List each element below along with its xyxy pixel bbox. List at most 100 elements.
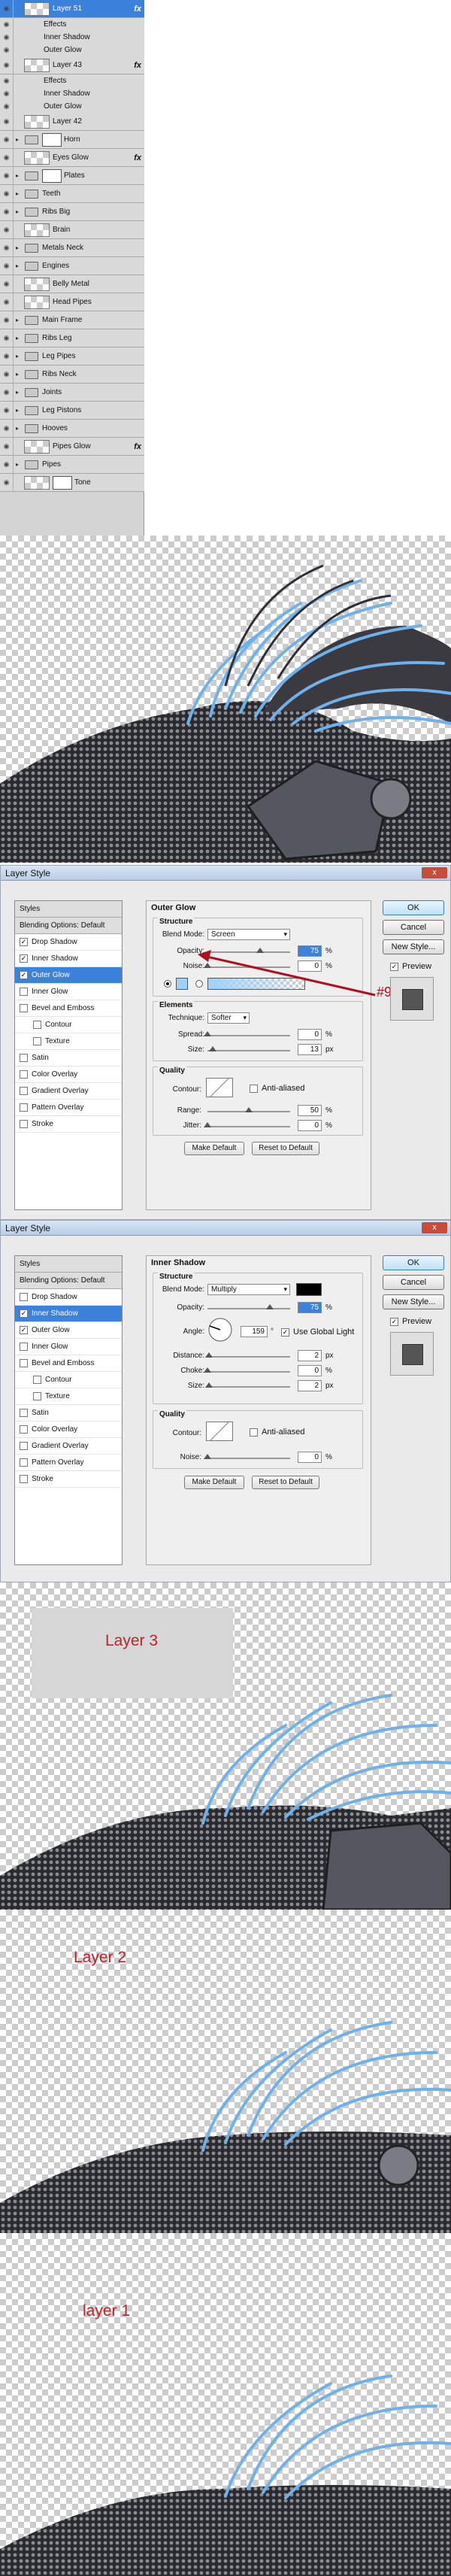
eye-icon[interactable]: ◉ — [0, 257, 14, 275]
style-checkbox[interactable] — [20, 1359, 28, 1367]
spread-input[interactable]: 0 — [298, 1029, 322, 1040]
layer-row[interactable]: ◉ Brain — [0, 221, 144, 239]
layer-row[interactable]: ◉ ▸ Metals Neck — [0, 239, 144, 257]
style-checkbox[interactable] — [20, 1425, 28, 1434]
layer-row[interactable]: ◉ Pipes Glow fx — [0, 438, 144, 456]
eye-icon[interactable]: ◉ — [0, 74, 14, 87]
layer-row[interactable]: ◉ Eyes Glow fx — [0, 149, 144, 167]
style-item[interactable]: Texture — [15, 1033, 122, 1050]
close-icon[interactable]: x — [422, 1222, 447, 1233]
angle-dial[interactable] — [207, 1317, 233, 1343]
reset-to-default-button[interactable]: Reset to Default — [252, 1142, 319, 1155]
style-item[interactable]: Styles — [15, 901, 122, 918]
angle-input[interactable]: 159 — [241, 1326, 268, 1337]
reset-to-default-button[interactable]: Reset to Default — [252, 1476, 319, 1489]
cancel-button[interactable]: Cancel — [383, 1275, 444, 1290]
eye-icon[interactable]: ◉ — [0, 87, 14, 100]
antialiased-checkbox[interactable]: Anti-aliased — [250, 1084, 304, 1093]
make-default-button[interactable]: Make Default — [184, 1476, 244, 1489]
eye-icon[interactable]: ◉ — [0, 384, 14, 401]
range-slider[interactable] — [207, 1107, 290, 1112]
layer-row[interactable]: ◉ ▸ Leg Pistons — [0, 402, 144, 420]
layer-row[interactable]: ◉ Layer 42 — [0, 113, 144, 131]
size-slider[interactable] — [205, 1382, 290, 1388]
style-item[interactable]: Color Overlay — [15, 1067, 122, 1083]
eye-icon[interactable]: ◉ — [0, 18, 14, 31]
layer-effect-row[interactable]: ◉ Effects — [0, 74, 144, 87]
layer-row[interactable]: ◉ ▸ Engines — [0, 257, 144, 275]
range-input[interactable]: 50 — [298, 1105, 322, 1116]
layer-effect-row[interactable]: ◉ Outer Glow — [0, 44, 144, 56]
eye-icon[interactable]: ◉ — [0, 311, 14, 329]
contour-picker[interactable] — [206, 1422, 233, 1441]
style-item[interactable]: Contour — [15, 1017, 122, 1033]
eye-icon[interactable]: ◉ — [0, 56, 14, 74]
style-item[interactable]: Color Overlay — [15, 1422, 122, 1438]
expand-arrow-icon[interactable]: ▸ — [14, 244, 21, 251]
eye-icon[interactable]: ◉ — [0, 167, 14, 184]
style-checkbox[interactable] — [20, 988, 28, 996]
eye-icon[interactable]: ◉ — [0, 149, 14, 166]
style-checkbox[interactable]: ✓ — [20, 971, 28, 979]
layer-effect-row[interactable]: ◉ Inner Shadow — [0, 31, 144, 44]
eye-icon[interactable]: ◉ — [0, 420, 14, 437]
layer-row[interactable]: ◉ ▸ Ribs Big — [0, 203, 144, 221]
style-checkbox[interactable] — [33, 1037, 41, 1045]
style-item[interactable]: Gradient Overlay — [15, 1083, 122, 1100]
style-checkbox[interactable]: ✓ — [20, 1309, 28, 1318]
new-style-button[interactable]: New Style... — [383, 939, 444, 954]
layer-row[interactable]: ◉ ▸ Main Frame — [0, 311, 144, 329]
ok-button[interactable]: OK — [383, 900, 444, 915]
blend-mode-select[interactable]: Multiply — [207, 1284, 290, 1295]
eye-icon[interactable]: ◉ — [0, 0, 14, 17]
layer-row[interactable]: ◉ ▸ Hooves — [0, 420, 144, 438]
expand-arrow-icon[interactable]: ▸ — [14, 262, 21, 269]
distance-slider[interactable] — [205, 1352, 290, 1358]
expand-arrow-icon[interactable]: ▸ — [14, 172, 21, 179]
noise-slider[interactable] — [204, 1454, 290, 1459]
eye-icon[interactable]: ◉ — [0, 438, 14, 455]
expand-arrow-icon[interactable]: ▸ — [14, 335, 21, 341]
eye-icon[interactable]: ◉ — [0, 456, 14, 473]
style-checkbox[interactable] — [20, 1004, 28, 1012]
expand-arrow-icon[interactable]: ▸ — [14, 190, 21, 197]
use-global-light-checkbox[interactable]: ✓ Use Global Light — [281, 1327, 354, 1337]
style-checkbox[interactable] — [20, 1293, 28, 1301]
style-item[interactable]: ✓ Outer Glow — [15, 967, 122, 984]
layer-row[interactable]: ◉ ▸ Pipes — [0, 456, 144, 474]
style-item[interactable]: Bevel and Emboss — [15, 1355, 122, 1372]
style-item[interactable]: Stroke — [15, 1116, 122, 1133]
make-default-button[interactable]: Make Default — [184, 1142, 244, 1155]
solid-color-radio[interactable] — [164, 980, 171, 988]
eye-icon[interactable]: ◉ — [0, 347, 14, 365]
style-checkbox[interactable] — [20, 1120, 28, 1128]
style-checkbox[interactable] — [20, 1070, 28, 1079]
eye-icon[interactable]: ◉ — [0, 131, 14, 148]
eye-icon[interactable]: ◉ — [0, 31, 14, 44]
jitter-input[interactable]: 0 — [298, 1120, 322, 1131]
style-checkbox[interactable] — [20, 1409, 28, 1417]
style-item[interactable]: ✓ Drop Shadow — [15, 934, 122, 951]
fx-icon[interactable]: fx — [134, 61, 141, 70]
layer-row[interactable]: ◉ ▸ Joints — [0, 384, 144, 402]
style-checkbox[interactable] — [20, 1442, 28, 1450]
style-item[interactable]: Blending Options: Default — [15, 1273, 122, 1289]
opacity-input[interactable]: 75 — [298, 1302, 322, 1313]
style-checkbox[interactable] — [20, 1054, 28, 1062]
size-input[interactable]: 2 — [298, 1380, 322, 1391]
eye-icon[interactable]: ◉ — [0, 402, 14, 419]
style-checkbox[interactable]: ✓ — [20, 938, 28, 946]
jitter-slider[interactable] — [204, 1122, 290, 1127]
style-checkbox[interactable] — [33, 1021, 41, 1029]
contour-picker[interactable] — [206, 1078, 233, 1097]
layer-row[interactable]: ◉ ▸ Leg Pipes — [0, 347, 144, 366]
eye-icon[interactable]: ◉ — [0, 474, 14, 491]
style-checkbox[interactable] — [20, 1458, 28, 1467]
eye-icon[interactable]: ◉ — [0, 113, 14, 130]
expand-arrow-icon[interactable]: ▸ — [14, 136, 21, 143]
noise-input[interactable]: 0 — [298, 1452, 322, 1463]
layer-row[interactable]: ◉ Head Pipes — [0, 293, 144, 311]
close-icon[interactable]: x — [422, 867, 447, 878]
fx-icon[interactable]: fx — [134, 5, 141, 14]
layer-effect-row[interactable]: ◉ Inner Shadow — [0, 87, 144, 100]
